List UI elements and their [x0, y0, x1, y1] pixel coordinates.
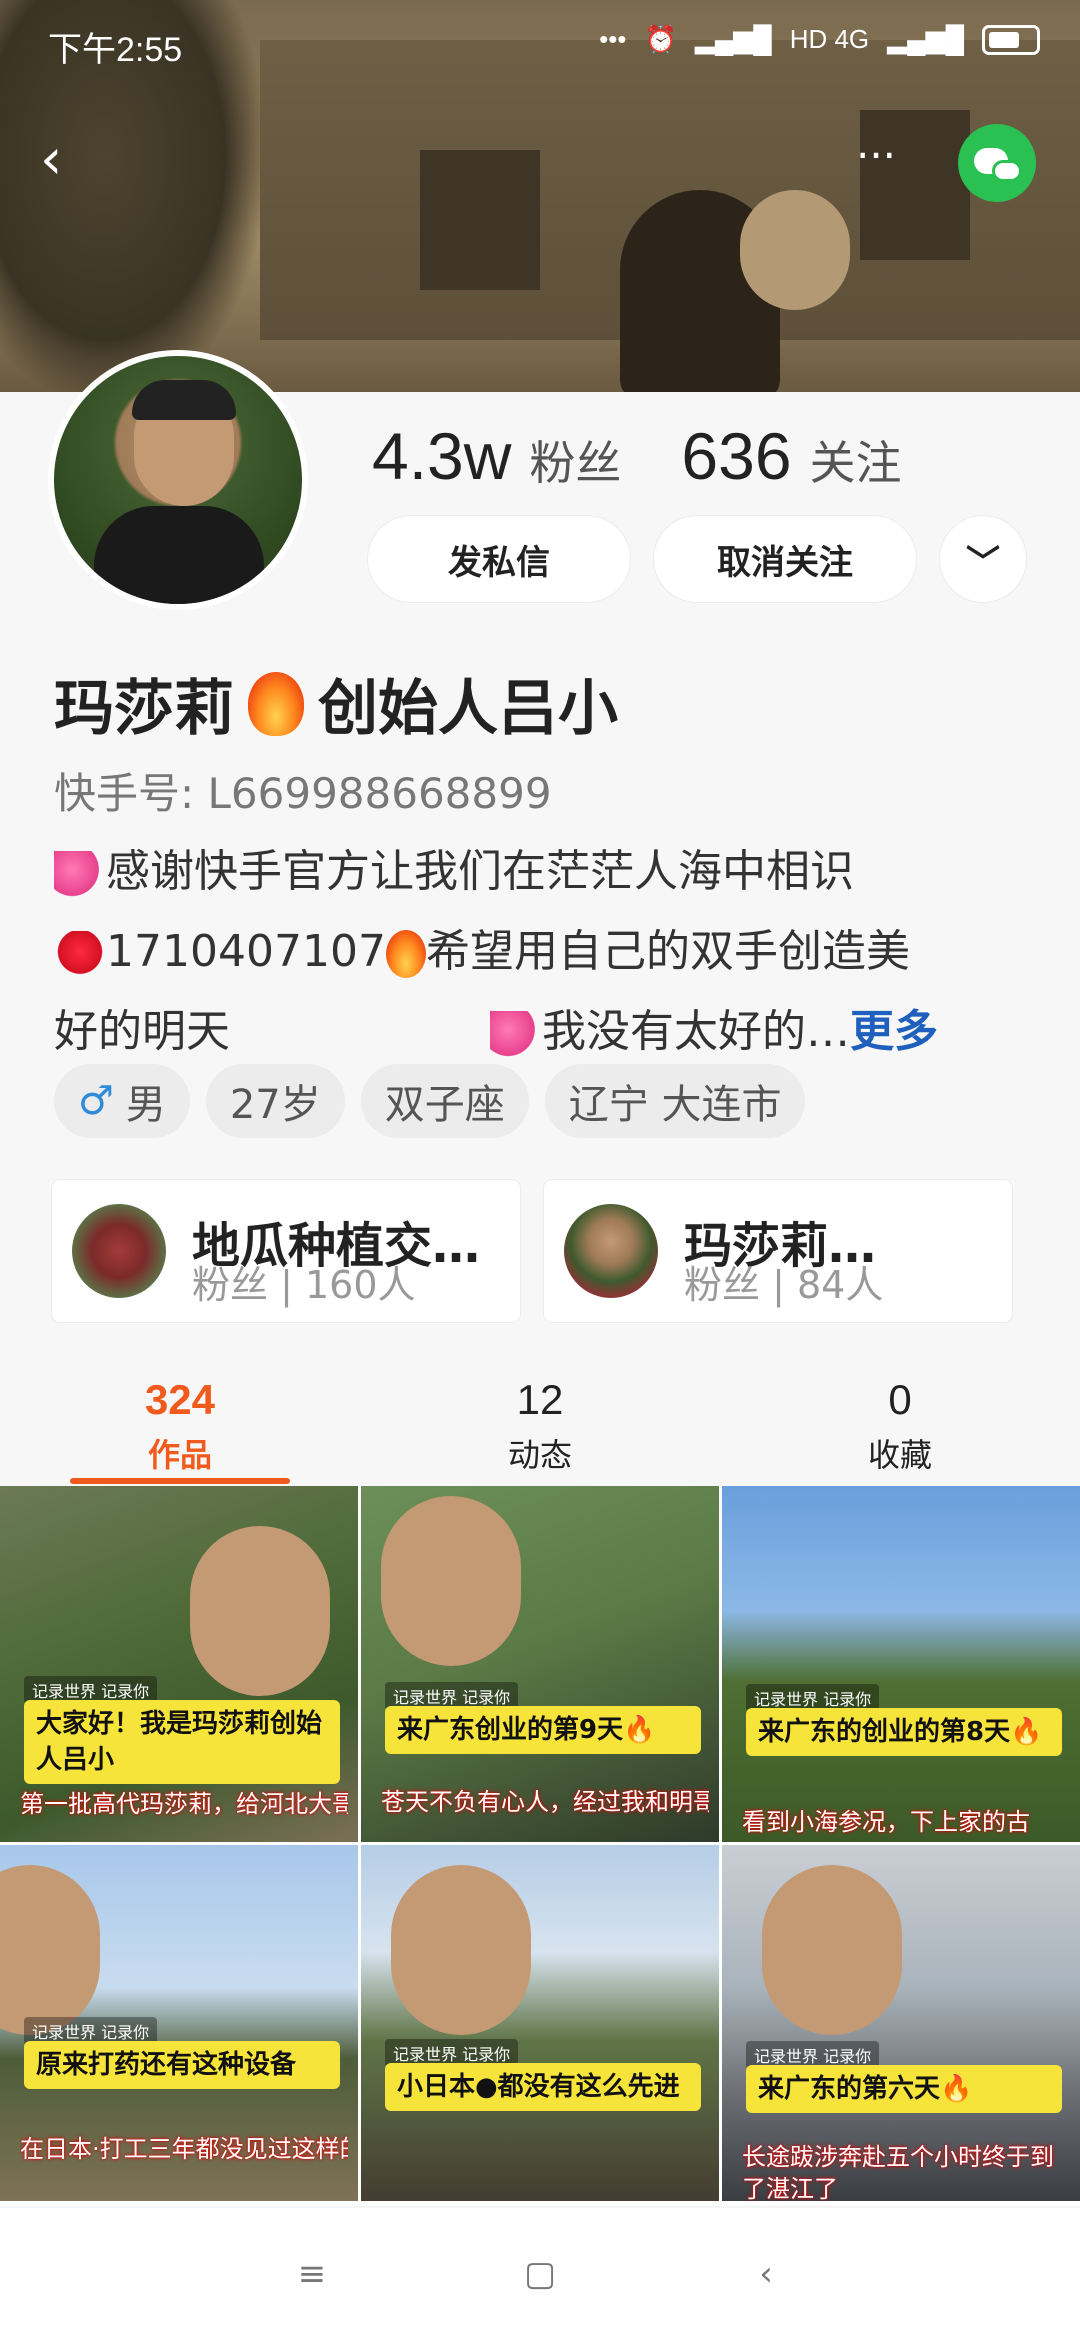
fan-group-card[interactable]: 地瓜种植交… 粉丝 | 160人: [52, 1180, 520, 1322]
tab-favorites-count: 0: [888, 1376, 912, 1423]
active-tab-indicator: [70, 1478, 290, 1484]
signal-icon: ▂▄▆█: [694, 24, 772, 54]
sparkle-heart-icon: [54, 851, 106, 897]
red-heart-icon: [54, 931, 106, 977]
battery-icon: [982, 24, 1040, 55]
menu-icon[interactable]: ≡: [292, 2254, 332, 2294]
video-caption: 来广东创业的第9天🔥: [385, 1706, 701, 1754]
followers-count[interactable]: 4.3w: [372, 418, 511, 494]
tab-moments-count: 12: [516, 1376, 564, 1423]
video-caption: 原来打药还有这种设备: [24, 2041, 340, 2089]
avatar[interactable]: [48, 350, 308, 610]
wechat-icon[interactable]: [958, 124, 1036, 202]
bio-line-3a: 好的明天: [54, 1006, 230, 1057]
tag-zodiac: 双子座: [360, 1064, 529, 1138]
content-tabs: 324 作品 12 动态 0 收藏: [0, 1360, 1080, 1486]
video-subtitle: 看到小海参况，下上家的古: [742, 1808, 1030, 1836]
video-thumbnail[interactable]: 记录世界 记录你 来广东创业的第9天🔥 苍天不负有心人，经过我和明哥的细心照顾，…: [361, 1486, 719, 1842]
following-label[interactable]: 关注: [810, 427, 902, 493]
bio-line-1: 感谢快手官方让我们在茫茫人海中相识: [106, 846, 854, 897]
video-thumbnail[interactable]: 记录世界 记录你 小日本●都没有这么先进: [361, 1845, 719, 2201]
male-icon: ♂: [78, 1078, 114, 1124]
dots-icon: •••: [599, 24, 627, 54]
status-time: 下午2:55: [48, 31, 183, 69]
video-caption: 来广东的创业的第8天🔥: [746, 1708, 1062, 1756]
tag-location: 辽宁 大连市: [544, 1064, 806, 1138]
group-subtitle: 粉丝 | 160人: [192, 1263, 416, 1307]
profile-page: 下午2:55 ••• ⏰ ▂▄▆█ HD 4G ▂▄▆█ ‹ ··· 4.3w …: [0, 0, 1080, 2340]
profile-stats: 4.3w 粉丝 636 关注: [372, 418, 962, 494]
video-subtitle: 苍天不负有心人，经过我和明哥的细心照顾，长得特别: [381, 1788, 709, 1816]
video-subtitle: 长途跋涉奔赴五个小时终于到了湛江了: [742, 2143, 1054, 2201]
video-subtitle: 在日本·打工三年都没见过这样的设备: [20, 2135, 348, 2163]
status-icons: ••• ⏰ ▂▄▆█ HD 4G ▂▄▆█: [599, 24, 1040, 55]
tab-works[interactable]: 324 作品: [60, 1376, 300, 1476]
video-caption: 小日本●都没有这么先进: [385, 2063, 701, 2111]
video-thumbnail[interactable]: 记录世界 记录你 大家好！我是玛莎莉创始人吕小 第一批高代玛莎莉，给河北大哥性情…: [0, 1486, 358, 1842]
group-image: [564, 1204, 658, 1298]
video-subtitle: 第一批高代玛莎莉，给河北大哥性情的安排2000颗🔥感: [20, 1790, 348, 1818]
status-bar: 下午2:55 ••• ⏰ ▂▄▆█ HD 4G ▂▄▆█: [0, 0, 1080, 90]
group-subtitle: 粉丝 | 84人: [684, 1263, 884, 1307]
video-thumbnail[interactable]: 记录世界 记录你 来广东的第六天🔥 长途跋涉奔赴五个小时终于到了湛江了: [722, 1845, 1080, 2201]
name-part-1: 玛莎莉: [54, 674, 234, 744]
system-nav-bar: ≡ ▢ ‹: [0, 2208, 1080, 2340]
video-thumbnail[interactable]: 记录世界 记录你 来广东的创业的第8天🔥 看到小海参况，下上家的古: [722, 1486, 1080, 1842]
profile-name: 玛莎莉 创始人吕小: [54, 660, 618, 747]
fan-group-card[interactable]: 玛莎莉… 粉丝 | 84人: [544, 1180, 1012, 1322]
tab-favorites-label: 收藏: [867, 1436, 932, 1474]
group-image: [72, 1204, 166, 1298]
tab-works-count: 324: [144, 1376, 216, 1423]
signal-icon-2: ▂▄▆█: [887, 24, 964, 54]
bio-more-link[interactable]: 更多: [850, 1006, 938, 1057]
bio-number: 1710407107: [106, 926, 386, 977]
chevron-down-icon[interactable]: ﹀: [940, 516, 1026, 602]
network-label: HD 4G: [789, 24, 870, 54]
tab-moments-label: 动态: [507, 1436, 572, 1474]
bio-line-2: 希望用自己的双手创造美: [425, 926, 910, 977]
fire-icon: [248, 671, 304, 736]
bio[interactable]: 感谢快手官方让我们在茫茫人海中相识 1710407107 希望用自己的双手创造美 …: [54, 832, 1034, 1072]
back-icon[interactable]: ‹: [40, 130, 90, 190]
tag-gender: ♂ 男: [54, 1064, 190, 1138]
video-grid: 记录世界 记录你 大家好！我是玛莎莉创始人吕小 第一批高代玛莎莉，给河北大哥性情…: [0, 1486, 1080, 2206]
fan-groups: 地瓜种植交… 粉丝 | 160人 玛莎莉… 粉丝 | 84人: [52, 1180, 1012, 1322]
tag-gender-label: 男: [125, 1082, 166, 1128]
home-square-icon[interactable]: ▢: [520, 2254, 560, 2294]
tab-moments[interactable]: 12 动态: [420, 1376, 660, 1476]
kuaishou-id: 快手号: L669988668899: [54, 769, 552, 818]
tag-age: 27岁: [205, 1064, 345, 1138]
tab-works-label: 作品: [147, 1436, 212, 1474]
video-thumbnail[interactable]: 记录世界 记录你 原来打药还有这种设备 在日本·打工三年都没见过这样的设备: [0, 1845, 358, 2201]
tab-favorites[interactable]: 0 收藏: [780, 1376, 1020, 1476]
back-triangle-icon[interactable]: ‹: [746, 2254, 786, 2294]
more-options-icon[interactable]: ···: [846, 135, 906, 196]
fire-icon-small: [385, 930, 426, 978]
send-message-button[interactable]: 发私信: [368, 516, 630, 602]
name-part-2: 创始人吕小: [318, 674, 618, 744]
profile-tags: ♂ 男 27岁 双子座 辽宁 大连市: [54, 1064, 806, 1138]
alarm-icon: ⏰: [644, 24, 677, 54]
following-count[interactable]: 636: [681, 418, 791, 494]
sparkle-heart-icon-2: [490, 1011, 542, 1057]
video-caption: 大家好！我是玛莎莉创始人吕小: [24, 1700, 340, 1784]
video-caption: 来广东的第六天🔥: [746, 2065, 1062, 2113]
followers-label[interactable]: 粉丝: [529, 427, 621, 493]
bio-line-3b: 我没有太好的…: [542, 1006, 850, 1057]
unfollow-button[interactable]: 取消关注: [654, 516, 916, 602]
